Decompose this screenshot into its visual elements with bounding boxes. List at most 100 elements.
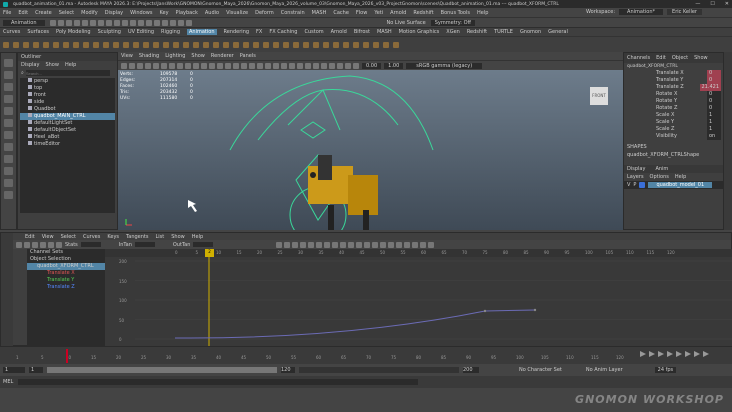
shelf-tool-icon[interactable] xyxy=(183,41,189,48)
graph-menu[interactable]: Curves xyxy=(83,234,100,240)
status-icon[interactable] xyxy=(81,19,88,26)
step-back-icon[interactable] xyxy=(649,351,655,357)
close-icon[interactable]: ✕ xyxy=(725,1,729,7)
menu-visualize[interactable]: Visualize xyxy=(226,10,248,16)
channel-row[interactable]: Rotate X 0 xyxy=(624,91,723,98)
shelf-tool-icon[interactable] xyxy=(303,41,309,48)
shelf-tool-icon[interactable] xyxy=(23,41,29,48)
shelf-tool-icon[interactable] xyxy=(153,41,159,48)
channel-value[interactable]: 1 xyxy=(707,119,721,126)
shelf-tab-redshift[interactable]: Redshift xyxy=(467,29,487,35)
graph-tool-icon[interactable] xyxy=(16,241,22,248)
symmetry-dropdown[interactable]: Symmetry: Off xyxy=(430,19,475,26)
menu-windows[interactable]: Windows xyxy=(130,10,152,16)
shelf-tab-surfaces[interactable]: Surfaces xyxy=(27,29,49,35)
shelf-tool-icon[interactable] xyxy=(353,41,359,48)
graph-tool-icon[interactable] xyxy=(356,241,363,248)
outliner-menu[interactable]: Show xyxy=(45,62,59,68)
channel-row[interactable]: Scale Z 1 xyxy=(624,126,723,133)
status-icon[interactable] xyxy=(57,19,64,26)
shelf-tab-general[interactable]: General xyxy=(548,29,568,35)
max-field[interactable]: 200 xyxy=(463,367,479,373)
menu-create[interactable]: Create xyxy=(35,10,52,16)
outliner-menu[interactable]: Help xyxy=(65,62,76,68)
user-name[interactable]: Eric Keller xyxy=(667,9,702,15)
shelf-tab-uv-editing[interactable]: UV Editing xyxy=(128,29,154,35)
viewport-tool-icon[interactable] xyxy=(177,62,183,69)
shelf-tab-motion-graphics[interactable]: Motion Graphics xyxy=(399,29,440,35)
layer-tab[interactable]: Display xyxy=(627,166,645,172)
shelf-tool-icon[interactable] xyxy=(393,41,399,48)
stats-field[interactable] xyxy=(80,242,101,247)
shelf-tab-arnold[interactable]: Arnold xyxy=(331,29,347,35)
viewport-tool-icon[interactable] xyxy=(225,62,231,69)
time-slider[interactable]: 1 5 10 15 20 25 30 35 40 45 50 55 60 65 70 75 80 85 90 95 10… xyxy=(0,346,732,364)
shelf-tool-icon[interactable] xyxy=(53,41,59,48)
range-start-field[interactable]: 1 xyxy=(29,367,43,373)
graph-tool-icon[interactable] xyxy=(48,241,54,248)
channel-row[interactable]: Scale X 1 xyxy=(624,112,723,119)
menu-mash[interactable]: MASH xyxy=(312,10,327,16)
outliner-item[interactable]: timeEditor xyxy=(20,141,115,148)
status-icon[interactable] xyxy=(113,19,120,26)
shelf-tool-icon[interactable] xyxy=(113,41,119,48)
graph-outline-item[interactable]: Translate Y xyxy=(27,277,105,284)
graph-tool-icon[interactable] xyxy=(56,241,62,248)
menu-help[interactable]: Help xyxy=(477,10,488,16)
graph-tool-icon[interactable] xyxy=(380,241,387,248)
viewport-menu[interactable]: Lighting xyxy=(165,53,185,59)
graph-tool-icon[interactable] xyxy=(324,241,331,248)
viewport-tool-icon[interactable] xyxy=(193,62,199,69)
graph-tool-icon[interactable] xyxy=(348,241,355,248)
menu-bonus-tools[interactable]: Bonus Tools xyxy=(441,10,470,16)
outliner-item[interactable]: defaultLightSet xyxy=(20,120,115,127)
shelf-tool-icon[interactable] xyxy=(133,41,139,48)
menu-audio[interactable]: Audio xyxy=(205,10,219,16)
layer-menu[interactable]: Layers xyxy=(627,174,644,180)
shelf-tab-rigging[interactable]: Rigging xyxy=(161,29,180,35)
graph-tool-icon[interactable] xyxy=(428,241,435,248)
viewport-tool-icon[interactable] xyxy=(217,62,223,69)
graph-outline-item[interactable]: Channel Sets xyxy=(27,249,105,256)
tool-icon[interactable] xyxy=(4,179,13,187)
shelf-tab-bifrost[interactable]: Bifrost xyxy=(354,29,370,35)
layer-name[interactable]: quadbot_model_01 xyxy=(648,182,713,188)
viewport-tool-icon[interactable] xyxy=(161,62,167,69)
outliner-item[interactable]: front xyxy=(20,92,115,99)
status-icon[interactable] xyxy=(89,19,96,26)
shelf-tool-icon[interactable] xyxy=(323,41,329,48)
shelf-tool-icon[interactable] xyxy=(3,41,9,48)
channel-row[interactable]: Translate Y 0 xyxy=(624,77,723,84)
shelf-tab-turtle[interactable]: TURTLE xyxy=(494,29,513,35)
outliner-item[interactable]: top xyxy=(20,85,115,92)
viewport-tool-icon[interactable] xyxy=(337,62,343,69)
fps-dropdown[interactable]: 24 fps xyxy=(654,367,677,373)
no-character-set[interactable]: No Character Set xyxy=(519,367,562,373)
status-icon[interactable] xyxy=(137,19,144,26)
mel-label[interactable]: MEL xyxy=(3,379,13,385)
channel-row[interactable]: Rotate Y 0 xyxy=(624,98,723,105)
status-icon[interactable] xyxy=(153,19,160,26)
viewport-tool-icon[interactable] xyxy=(289,62,295,69)
viewport-tool-icon[interactable] xyxy=(129,62,135,69)
shelf-tool-icon[interactable] xyxy=(193,41,199,48)
channel-value[interactable]: 21.421 xyxy=(699,84,721,91)
graph-tool-icon[interactable] xyxy=(308,241,315,248)
channel-value[interactable]: 0 xyxy=(707,91,721,98)
status-icon[interactable] xyxy=(73,19,80,26)
shelf-tool-icon[interactable] xyxy=(103,41,109,48)
menu-yeti[interactable]: Yeti xyxy=(374,10,383,16)
menu-key[interactable]: Key xyxy=(159,10,168,16)
viewport-tool-icon[interactable] xyxy=(209,62,215,69)
viewport-tool-icon[interactable] xyxy=(233,62,239,69)
viewport-tool-icon[interactable] xyxy=(185,62,191,69)
layer-menu[interactable]: Help xyxy=(675,174,686,180)
menu-select[interactable]: Select xyxy=(59,10,74,16)
outliner-menu[interactable]: Display xyxy=(21,62,39,68)
play-icon[interactable] xyxy=(676,351,682,357)
tool-icon[interactable] xyxy=(4,71,13,79)
step-forward-icon[interactable] xyxy=(694,351,700,357)
channel-value[interactable]: 0 xyxy=(707,98,721,105)
go-end-icon[interactable] xyxy=(703,351,709,357)
channelbox-menu[interactable]: Show xyxy=(694,55,708,61)
